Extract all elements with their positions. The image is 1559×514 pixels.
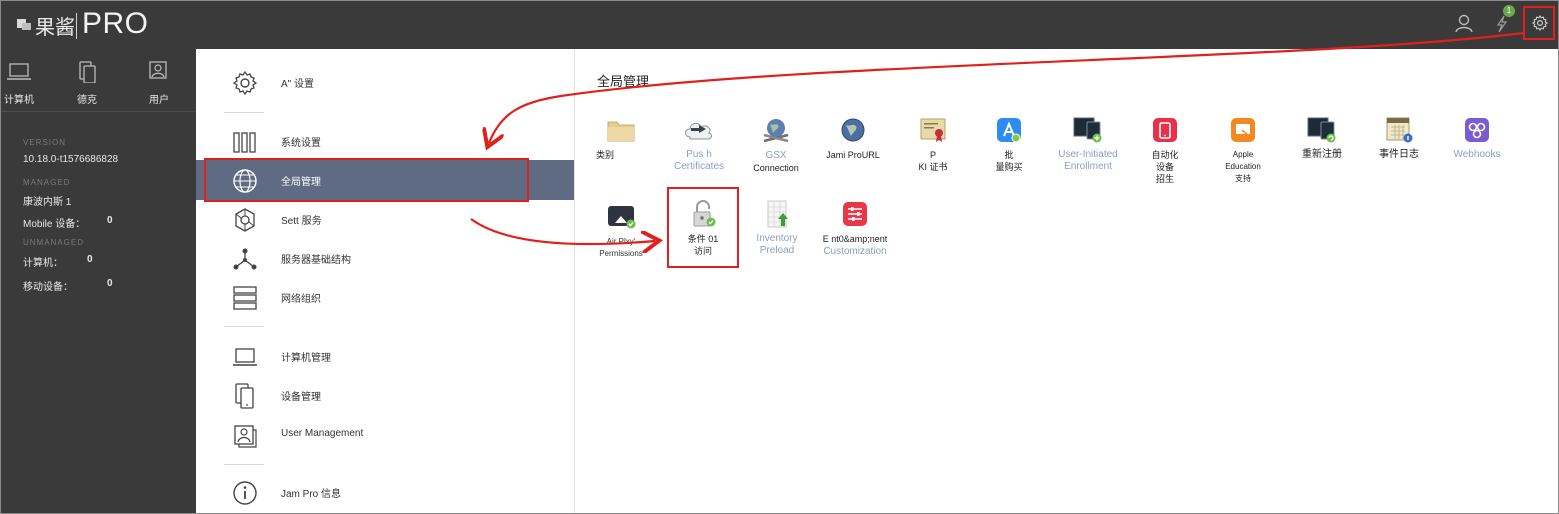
annotation-arrows (470, 31, 1524, 513)
arrow-menu-to-tile (470, 218, 655, 244)
app-window: 果酱 PRO 1 计算机 德克 用户 VERSION 10.18.0-t1576… (0, 0, 1559, 514)
arrow-gear-to-menu (489, 31, 1524, 143)
